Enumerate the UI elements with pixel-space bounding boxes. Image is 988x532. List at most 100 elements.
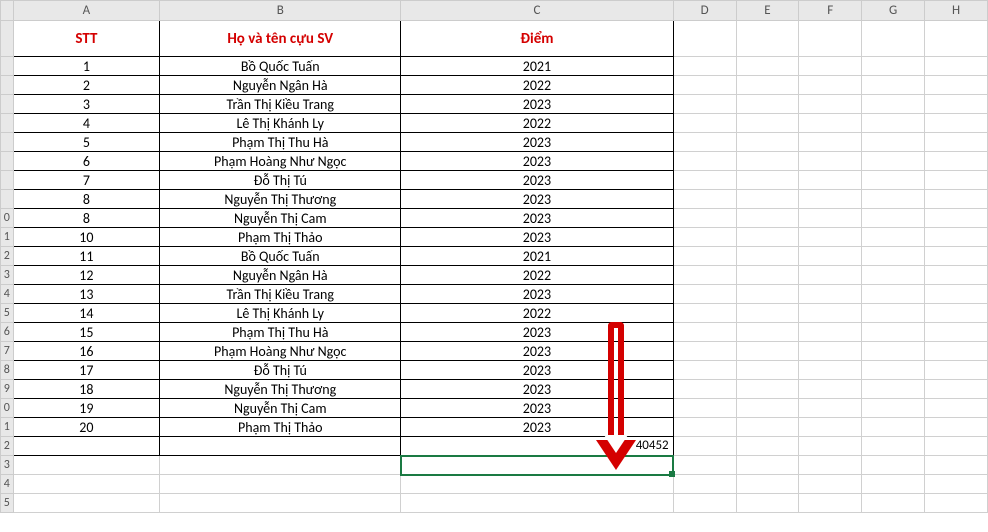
cell[interactable] <box>799 437 862 456</box>
cell[interactable] <box>736 456 799 475</box>
cell[interactable] <box>160 475 401 494</box>
cell[interactable] <box>925 399 988 418</box>
cell-score[interactable]: 2023 <box>401 399 673 418</box>
sum-row[interactable]: 2 40452 <box>1 437 988 456</box>
cell[interactable] <box>925 456 988 475</box>
cell-name[interactable]: Lê Thị Khánh Ly <box>160 304 401 323</box>
row-header[interactable] <box>1 114 14 133</box>
cell-name[interactable]: Nguyễn Ngân Hà <box>160 266 401 285</box>
cell[interactable] <box>925 266 988 285</box>
cell-stt[interactable]: 8 <box>13 209 160 228</box>
cell-score[interactable]: 2023 <box>401 190 673 209</box>
cell[interactable] <box>799 76 862 95</box>
cell[interactable] <box>925 247 988 266</box>
cell[interactable] <box>799 57 862 76</box>
cell[interactable] <box>925 380 988 399</box>
selected-row[interactable]: 3 <box>1 456 988 475</box>
cell-name[interactable]: Bồ Quốc Tuấn <box>160 247 401 266</box>
cell-stt[interactable]: 18 <box>13 380 160 399</box>
cell[interactable] <box>13 437 160 456</box>
table-row[interactable]: 6 15 Phạm Thị Thu Hà 2023 <box>1 323 988 342</box>
cell[interactable] <box>736 133 799 152</box>
cell[interactable] <box>736 228 799 247</box>
table-row[interactable]: 5 14 Lê Thị Khánh Ly 2022 <box>1 304 988 323</box>
cell[interactable] <box>736 399 799 418</box>
col-header-A[interactable]: A <box>13 1 160 21</box>
cell[interactable] <box>799 21 862 57</box>
cell[interactable] <box>673 361 736 380</box>
cell[interactable] <box>799 228 862 247</box>
cell-score[interactable]: 2023 <box>401 380 673 399</box>
cell[interactable] <box>799 152 862 171</box>
row-header[interactable]: 3 <box>1 456 14 475</box>
table-row[interactable]: 7 16 Phạm Hoàng Như Ngọc 2023 <box>1 342 988 361</box>
cell-name[interactable]: Bồ Quốc Tuấn <box>160 57 401 76</box>
cell[interactable] <box>673 285 736 304</box>
cell[interactable] <box>862 95 925 114</box>
cell-stt[interactable]: 16 <box>13 342 160 361</box>
cell[interactable] <box>862 247 925 266</box>
cell-stt[interactable]: 1 <box>13 57 160 76</box>
row-header[interactable]: 0 <box>1 399 14 418</box>
col-header-C[interactable]: C <box>401 1 673 21</box>
cell[interactable] <box>925 21 988 57</box>
table-row[interactable]: 2 11 Bồ Quốc Tuấn 2021 <box>1 247 988 266</box>
table-row[interactable]: 1 10 Phạm Thị Thảo 2023 <box>1 228 988 247</box>
cell[interactable] <box>862 21 925 57</box>
cell[interactable] <box>673 21 736 57</box>
table-row[interactable]: 4 13 Trần Thị Kiều Trang 2023 <box>1 285 988 304</box>
cell[interactable] <box>736 21 799 57</box>
cell[interactable] <box>862 494 925 513</box>
cell[interactable] <box>160 437 401 456</box>
cell[interactable] <box>862 323 925 342</box>
cell[interactable] <box>925 76 988 95</box>
cell[interactable] <box>799 114 862 133</box>
cell[interactable] <box>673 342 736 361</box>
cell-name[interactable]: Phạm Hoàng Như Ngọc <box>160 152 401 171</box>
cell[interactable] <box>799 304 862 323</box>
cell[interactable] <box>736 323 799 342</box>
row-header[interactable]: 2 <box>1 437 14 456</box>
cell[interactable] <box>736 304 799 323</box>
cell-stt[interactable]: 13 <box>13 285 160 304</box>
cell[interactable] <box>673 190 736 209</box>
cell[interactable] <box>799 418 862 437</box>
cell[interactable] <box>862 228 925 247</box>
row-header[interactable]: 7 <box>1 342 14 361</box>
col-header-F[interactable]: F <box>799 1 862 21</box>
cell[interactable] <box>799 456 862 475</box>
cell-stt[interactable]: 19 <box>13 399 160 418</box>
cell[interactable] <box>862 437 925 456</box>
header-row[interactable]: STT Họ và tên cựu SV Điểm <box>1 21 988 57</box>
cell-score[interactable]: 2022 <box>401 304 673 323</box>
cell[interactable] <box>925 114 988 133</box>
row-header[interactable] <box>1 133 14 152</box>
table-row[interactable]: 9 18 Nguyễn Thị Thương 2023 <box>1 380 988 399</box>
row-header[interactable]: 3 <box>1 266 14 285</box>
cell[interactable] <box>862 342 925 361</box>
cell-name[interactable]: Đỗ Thị Tú <box>160 171 401 190</box>
cell[interactable] <box>862 171 925 190</box>
cell-stt[interactable]: 7 <box>13 171 160 190</box>
cell[interactable] <box>736 57 799 76</box>
cell-name[interactable]: Nguyễn Thị Cam <box>160 399 401 418</box>
cell[interactable] <box>13 494 160 513</box>
cell-stt[interactable]: 15 <box>13 323 160 342</box>
table-row[interactable]: 2 Nguyễn Ngân Hà 2022 <box>1 76 988 95</box>
cell[interactable] <box>925 475 988 494</box>
cell[interactable] <box>862 152 925 171</box>
header-stt[interactable]: STT <box>13 21 160 57</box>
cell[interactable] <box>736 190 799 209</box>
cell-stt[interactable]: 11 <box>13 247 160 266</box>
table-row[interactable]: 8 17 Đỗ Thị Tú 2023 <box>1 361 988 380</box>
cell[interactable] <box>673 95 736 114</box>
cell-stt[interactable]: 14 <box>13 304 160 323</box>
fill-handle[interactable] <box>669 471 675 477</box>
cell[interactable] <box>673 133 736 152</box>
row-header[interactable]: 4 <box>1 285 14 304</box>
cell[interactable] <box>862 190 925 209</box>
row-header[interactable]: 0 <box>1 209 14 228</box>
cell[interactable] <box>799 190 862 209</box>
cell[interactable] <box>799 171 862 190</box>
cell[interactable] <box>673 171 736 190</box>
